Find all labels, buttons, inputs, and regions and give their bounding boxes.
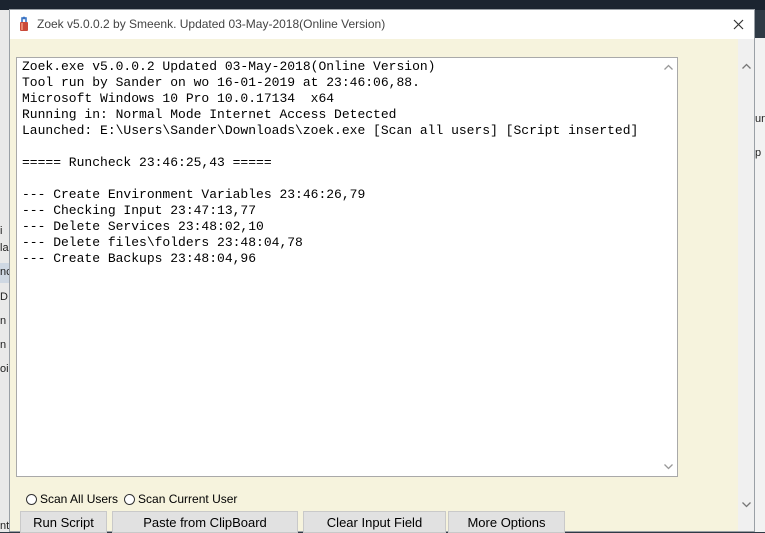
bg-fragment: p [755,147,762,159]
bg-fragment: oi [0,363,9,375]
log-line: --- Create Backups 23:48:04,96 [22,251,257,266]
log-line: Zoek.exe v5.0.0.2 Updated 03-May-2018(On… [22,59,436,74]
bg-fragment: n [0,339,7,351]
window-scrollbar[interactable] [738,39,754,531]
title-bar[interactable]: Zoek v5.0.0.2 by Smeenk. Updated 03-May-… [10,10,754,39]
zoek-app-icon [20,16,28,31]
close-button[interactable] [722,10,754,39]
chevron-up-icon[interactable] [741,61,752,72]
bg-fragment: D [0,291,8,303]
log-line: Microsoft Windows 10 Pro 10.0.17134 x64 [22,91,335,106]
bg-fragment: la [0,242,9,254]
run-script-button[interactable]: Run Script [20,511,107,533]
bg-fragment: n [0,315,7,327]
log-line: --- Checking Input 23:47:13,77 [22,203,257,218]
script-log-textarea[interactable]: Zoek.exe v5.0.0.2 Updated 03-May-2018(On… [16,57,678,477]
clear-input-button[interactable]: Clear Input Field [303,511,446,533]
client-area: Zoek.exe v5.0.0.2 Updated 03-May-2018(On… [10,39,754,533]
background-app-left: i la nc D n n oi nten [0,10,9,532]
log-line: --- Create Environment Variables 23:46:2… [22,187,366,202]
scan-current-user-label[interactable]: Scan Current User [138,492,237,506]
scan-options: Scan All Users Scan Current User [26,491,243,507]
chevron-down-icon[interactable] [741,499,752,510]
log-text: Zoek.exe v5.0.0.2 Updated 03-May-2018(On… [22,59,652,267]
window-title: Zoek v5.0.0.2 by Smeenk. Updated 03-May-… [37,17,386,31]
log-line: Tool run by Sander on wo 16-01-2019 at 2… [22,75,420,90]
log-line: --- Delete Services 23:48:02,10 [22,219,264,234]
chevron-down-icon[interactable] [663,461,674,472]
bg-fragment: nten [0,520,9,532]
log-line: Launched: E:\Users\Sander\Downloads\zoek… [22,123,639,138]
bg-fragment: un [755,113,765,125]
log-line: --- Delete files\folders 23:48:04,78 [22,235,303,250]
log-line: ===== Runcheck 23:46:25,43 ===== [22,155,272,170]
scan-all-users-label[interactable]: Scan All Users [40,492,118,506]
scan-all-users-radio[interactable] [26,493,37,505]
bg-fragment: nc [0,266,9,278]
zoek-window: Zoek v5.0.0.2 by Smeenk. Updated 03-May-… [9,9,755,533]
scan-current-user-radio[interactable] [124,493,136,505]
textarea-scrollbar[interactable] [660,58,677,476]
chevron-up-icon[interactable] [663,62,674,73]
log-line: Running in: Normal Mode Internet Access … [22,107,397,122]
background-app-right: un p [755,38,765,532]
close-icon [733,19,743,30]
bg-fragment: i [0,225,3,237]
more-options-button[interactable]: More Options [448,511,565,533]
paste-clipboard-button[interactable]: Paste from ClipBoard [112,511,298,533]
